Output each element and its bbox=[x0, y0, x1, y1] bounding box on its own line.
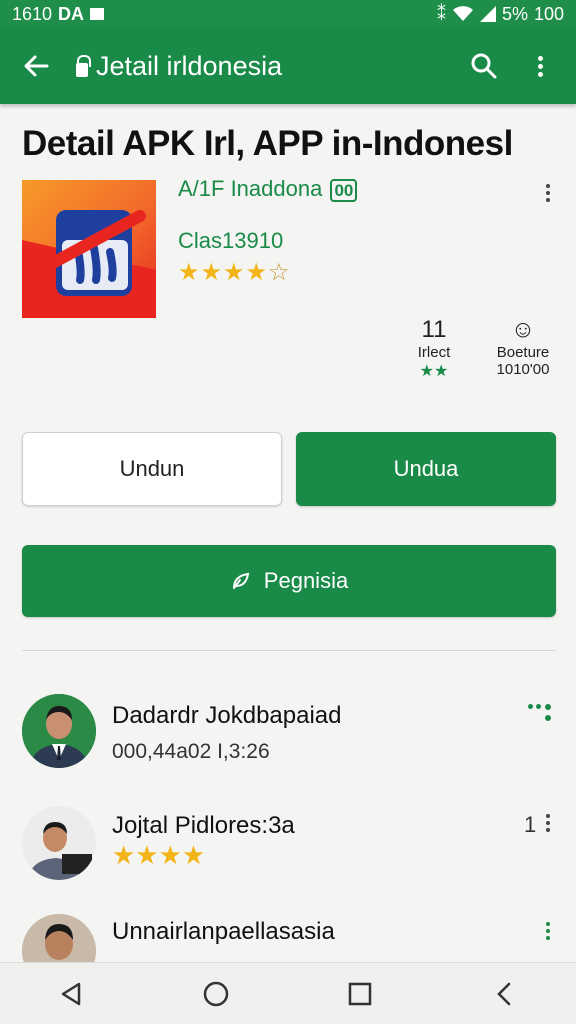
app-rating-stars: ★★★★☆ bbox=[178, 259, 291, 286]
review-more-button[interactable] bbox=[528, 704, 552, 724]
wide-action-button[interactable]: Pegnisia bbox=[22, 545, 556, 617]
chat-smile-icon: ☺ bbox=[510, 316, 536, 343]
nav-collapse-button[interactable] bbox=[474, 969, 534, 1019]
review-more-button[interactable] bbox=[546, 922, 550, 940]
system-nav-bar bbox=[0, 962, 576, 1024]
app-bar: Jetail irldonesia bbox=[0, 28, 576, 104]
search-button[interactable] bbox=[462, 44, 506, 88]
app-developer: Clas13910 bbox=[178, 228, 284, 253]
chevron-left-icon bbox=[497, 982, 511, 1005]
stat-reviews: ☺ Boeture 1010'00 bbox=[484, 316, 562, 378]
arrow-left-icon bbox=[24, 55, 49, 77]
stat-installs-sub: ★★ bbox=[419, 363, 449, 380]
stat-reviews-sub: 1010'00 bbox=[496, 361, 550, 378]
review-rating-stars: ★★★★ bbox=[112, 840, 206, 870]
avatar bbox=[22, 806, 96, 880]
review-count: 1 bbox=[524, 812, 537, 837]
primary-download-button[interactable]: Undua bbox=[296, 432, 556, 506]
leaf-icon bbox=[232, 572, 250, 589]
back-button[interactable] bbox=[14, 44, 58, 88]
circle-home-icon bbox=[203, 981, 229, 1006]
battery-percent: 5% bbox=[501, 3, 528, 24]
nav-recents-button[interactable] bbox=[330, 969, 390, 1019]
app-bar-title: Jetail irldonesia bbox=[96, 50, 283, 81]
triangle-back-icon bbox=[61, 982, 81, 1005]
signal-text: 100 bbox=[533, 3, 564, 24]
avatar bbox=[22, 694, 96, 768]
app-bar-title-wrap: Jetail irldonesia bbox=[76, 51, 442, 82]
stat-installs-value: 11 bbox=[421, 316, 447, 343]
app-icon bbox=[22, 180, 156, 318]
lock-icon bbox=[76, 55, 91, 77]
search-icon bbox=[471, 53, 497, 79]
page-title: Detail APK Irl, APP in-Indonesl bbox=[22, 124, 513, 163]
square-recents-icon bbox=[348, 982, 372, 1005]
cell-signal-icon bbox=[479, 6, 496, 22]
more-vert-icon bbox=[537, 55, 543, 77]
section-divider bbox=[22, 650, 556, 651]
status-bar: 1610 DA ⁑ 5% 100 bbox=[0, 0, 576, 28]
wifi-icon bbox=[452, 6, 473, 21]
status-time: 1610 bbox=[12, 3, 53, 24]
review-detail: 000,44a02 I,3:26 bbox=[112, 740, 270, 763]
review-more-button[interactable] bbox=[546, 814, 550, 832]
stat-reviews-label: Boeture bbox=[496, 344, 550, 361]
review-author: Unnairlanpaellasasia bbox=[112, 918, 335, 945]
app-more-button[interactable] bbox=[546, 184, 550, 202]
notification-icon bbox=[90, 8, 105, 20]
nav-back-button[interactable] bbox=[42, 969, 102, 1019]
secondary-download-button[interactable]: Undun bbox=[22, 432, 282, 506]
review-author: Jojtal Pidlores:3a bbox=[112, 812, 295, 839]
vibrate-icon: ⁑ bbox=[436, 3, 446, 24]
stat-installs-label: Irlect bbox=[417, 344, 451, 361]
stat-installs: 11 Irlect ★★ bbox=[404, 316, 464, 381]
status-carrier: DA bbox=[58, 3, 85, 24]
review-author: Dadardr Jokdbapaiad bbox=[112, 702, 342, 729]
app-name: A/1F Inaddona 00 bbox=[178, 176, 358, 202]
nav-home-button[interactable] bbox=[186, 969, 246, 1019]
more-options-button[interactable] bbox=[518, 44, 562, 88]
app-badge: 00 bbox=[330, 179, 358, 202]
